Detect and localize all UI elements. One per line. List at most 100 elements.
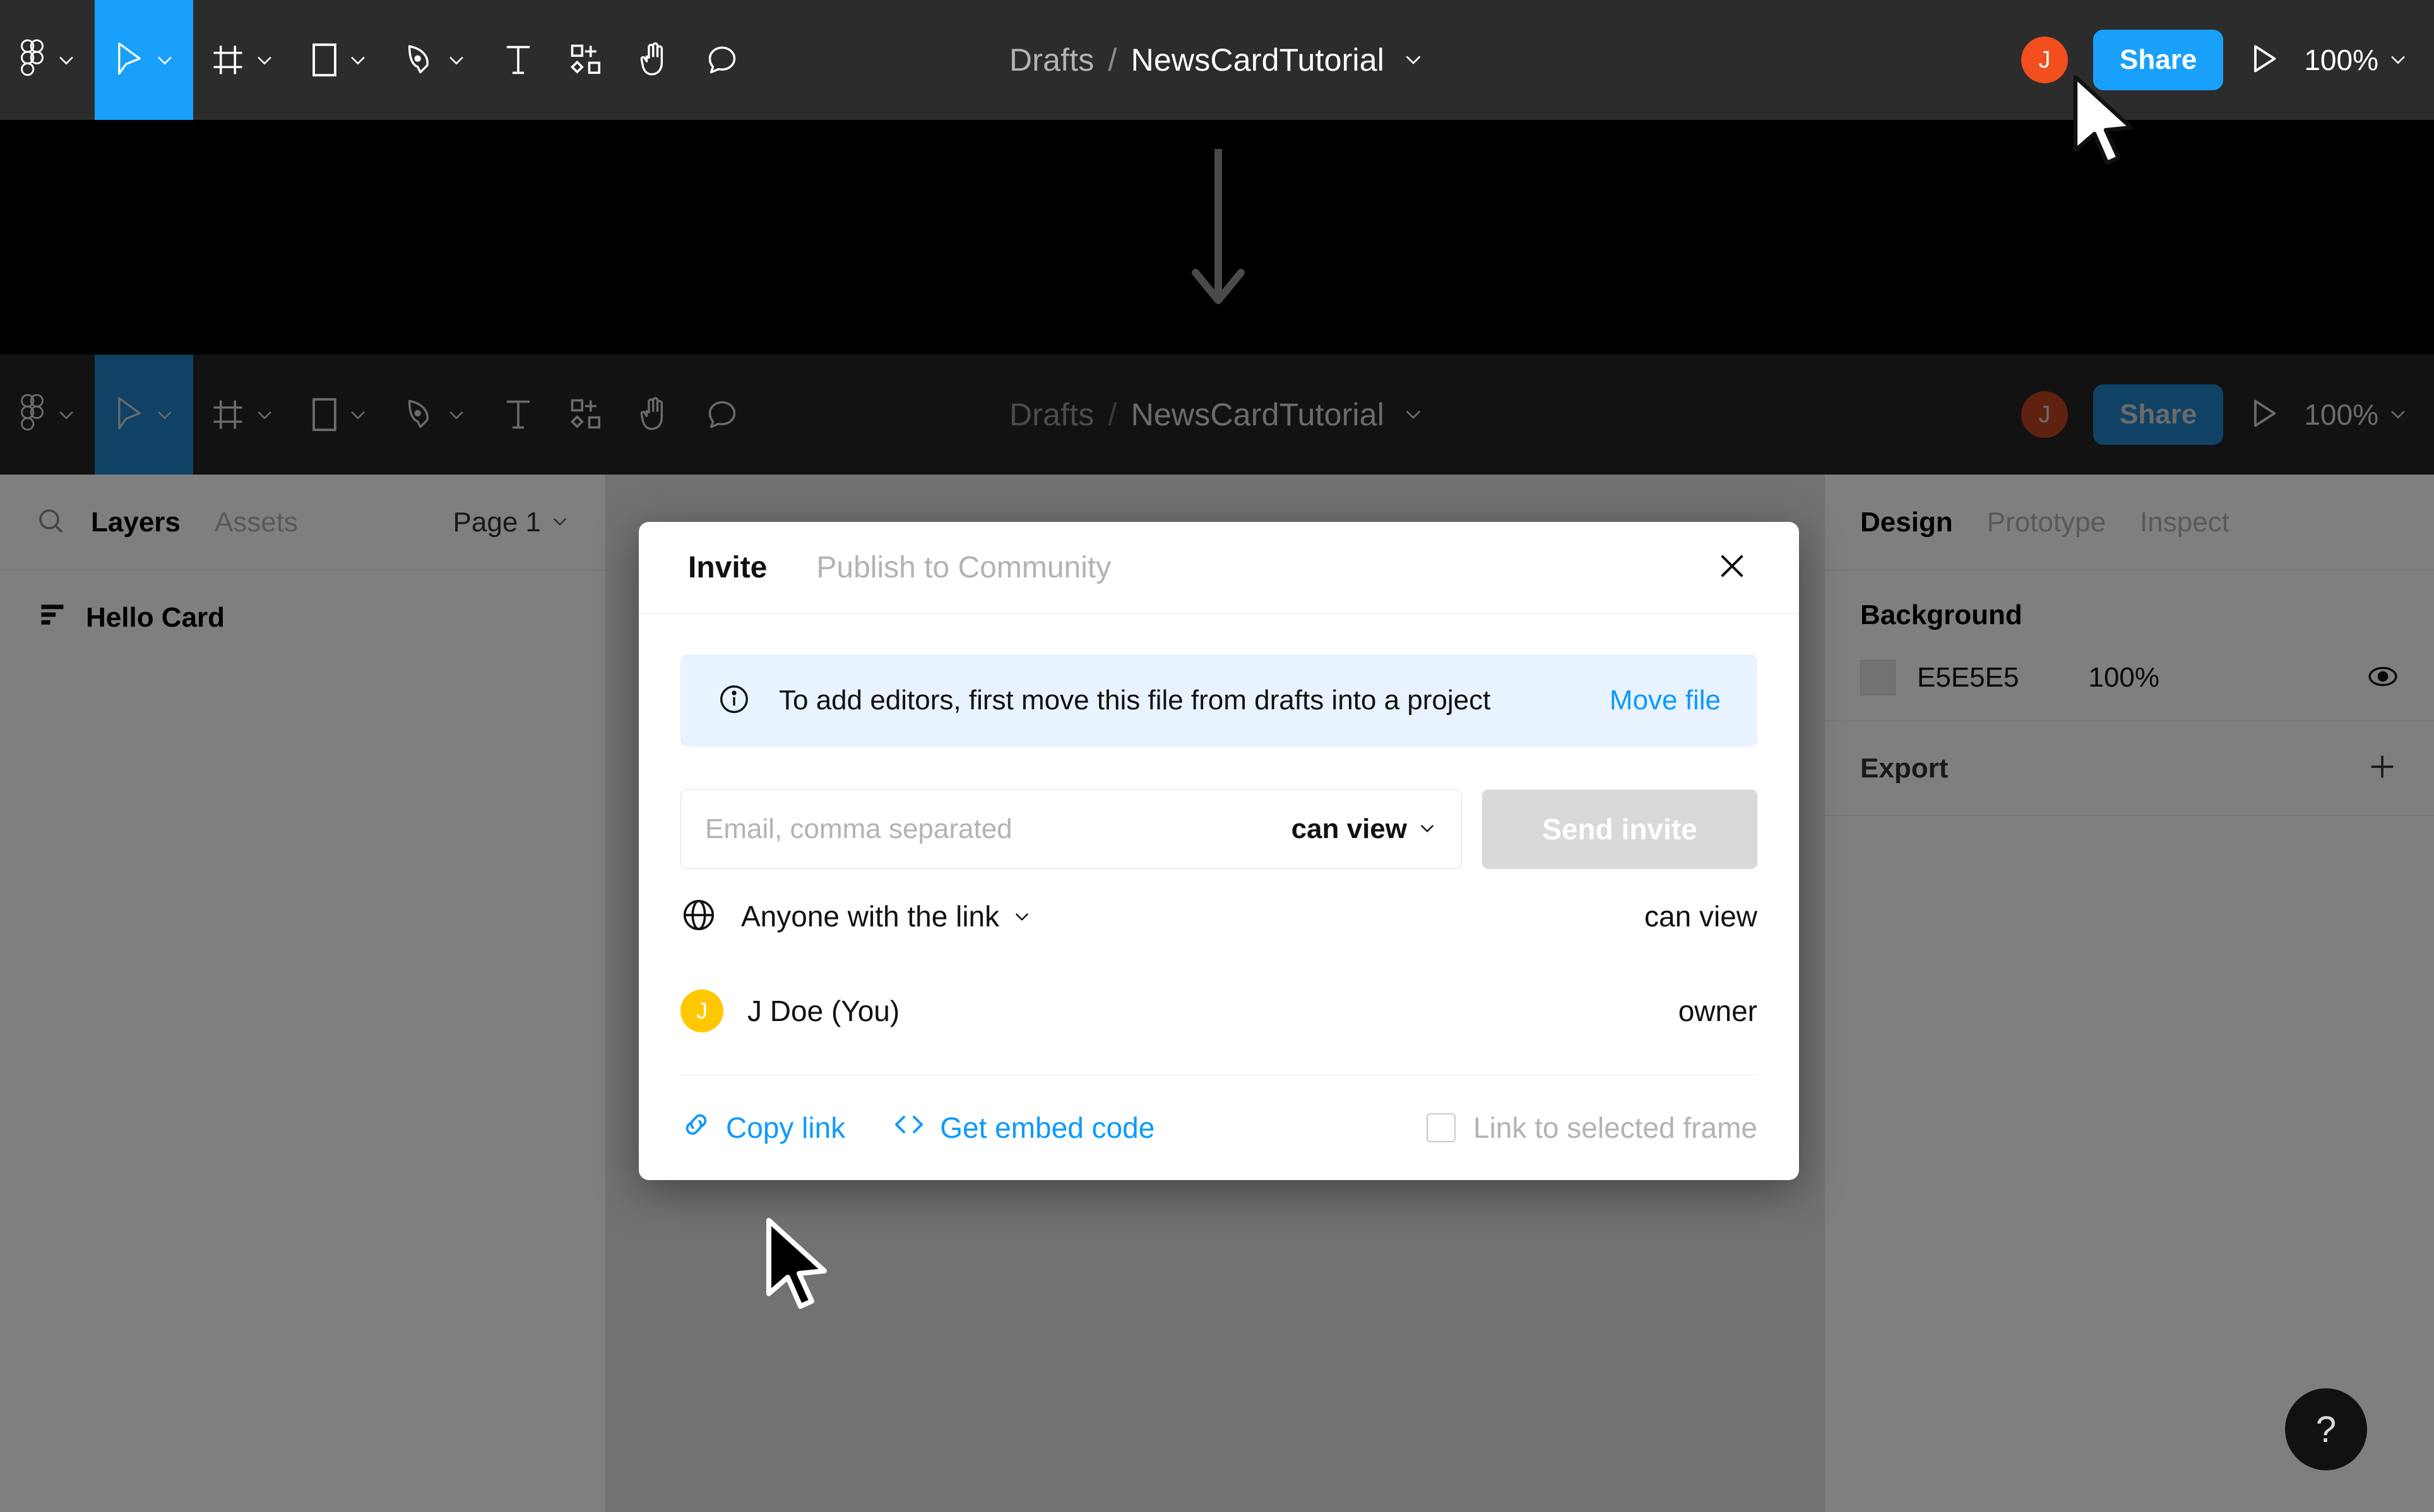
figma-logo-icon [18,394,47,435]
email-input-wrapper[interactable]: Email, comma separated can view [680,789,1462,869]
text-tool-icon [502,42,534,78]
chevron-down-icon [2387,398,2409,432]
help-button[interactable]: ? [2285,1388,2367,1470]
info-icon [717,682,751,719]
link-to-selected-frame-label: Link to selected frame [1473,1111,1757,1144]
hand-tool-button[interactable] [621,355,688,475]
avatar[interactable]: J [2021,391,2069,438]
toolbar-right-group: J Share 100% [2021,384,2409,445]
chevron-down-icon [254,49,275,71]
move-tool-icon [112,395,145,434]
zoom-control[interactable]: 100% [2304,398,2409,432]
chevron-down-icon [56,404,77,425]
checkbox[interactable] [1426,1113,1456,1142]
link-to-selected-frame-checkbox[interactable]: Link to selected frame [1426,1111,1757,1145]
breadcrumb-file[interactable]: NewsCardTutorial [1131,42,1384,78]
chevron-down-icon[interactable] [1402,396,1425,433]
figma-logo-button[interactable] [0,0,95,120]
zoom-control[interactable]: 100% [2304,43,2409,77]
figma-logo-icon [18,39,47,81]
chevron-down-icon [446,404,467,425]
copy-link-label: Copy link [726,1111,846,1144]
pen-tool-icon [404,41,437,79]
rectangle-tool-icon [311,42,338,78]
breadcrumb-separator: / [1108,397,1117,432]
tool-group [0,355,756,475]
breadcrumb-project[interactable]: Drafts [1009,42,1095,78]
shape-tool-button[interactable] [293,355,386,475]
share-dialog-body: To add editors, first move this file fro… [639,614,1799,1075]
tab-invite[interactable]: Invite [688,550,767,585]
move-tool-button[interactable] [95,0,193,120]
close-icon[interactable] [1714,548,1750,587]
toolbar-right-group: J Share 100% [2021,30,2409,90]
text-tool-icon [502,396,534,433]
breadcrumb: Drafts / NewsCardTutorial [1009,42,1425,78]
present-play-icon[interactable] [2248,397,2279,433]
resources-tool-icon [569,398,603,432]
code-brackets-icon [892,1109,926,1147]
rectangle-tool-icon [311,396,338,433]
access-row-owner: J J Doe (You) owner [680,964,1757,1058]
move-file-link[interactable]: Move file [1610,685,1721,716]
comment-tool-icon [706,398,739,432]
get-embed-code-button[interactable]: Get embed code [892,1109,1155,1147]
resources-tool-icon [569,43,603,77]
share-dialog: Invite Publish to Community To add edito… [639,522,1799,1180]
chevron-down-icon [347,49,369,71]
toolbar: Drafts / NewsCardTutorial J Share 100% [0,0,2434,120]
tab-publish-to-community[interactable]: Publish to Community [816,550,1111,585]
comment-tool-button[interactable] [688,0,756,120]
resources-tool-button[interactable] [552,0,621,120]
access-link-label: Anyone with the link [741,900,1000,933]
share-dialog-footer: Copy link Get embed code Link to selecte… [639,1075,1799,1180]
chevron-down-icon [446,49,467,71]
access-link-permission: can view [1644,900,1757,933]
invite-row: Email, comma separated can view Send inv… [680,789,1757,869]
shape-tool-button[interactable] [293,0,386,120]
present-play-icon[interactable] [2248,42,2279,78]
access-row-link[interactable]: Anyone with the link can view [680,869,1757,964]
breadcrumb-separator: / [1108,42,1117,78]
breadcrumb: Drafts / NewsCardTutorial [1009,396,1425,433]
send-invite-button[interactable]: Send invite [1482,789,1757,869]
comment-tool-button[interactable] [688,355,756,475]
frame-tool-button[interactable] [193,355,293,475]
permission-select[interactable]: can view [1291,813,1437,845]
comment-tool-icon [706,43,739,77]
chevron-down-icon[interactable] [1012,899,1032,933]
move-tool-button[interactable] [95,355,193,475]
breadcrumb-project[interactable]: Drafts [1009,396,1095,433]
chevron-down-icon [154,49,175,71]
figma-logo-button[interactable] [0,355,95,475]
copy-link-button[interactable]: Copy link [680,1109,845,1147]
share-button[interactable]: Share [2093,30,2224,90]
breadcrumb-file[interactable]: NewsCardTutorial [1131,396,1384,433]
share-button[interactable]: Share [2093,384,2224,445]
text-tool-button[interactable] [485,355,552,475]
tool-group [0,0,756,120]
zoom-level: 100% [2304,398,2378,431]
down-arrow-annotation [1187,149,1250,322]
avatar[interactable]: J [2021,37,2069,83]
pen-tool-button[interactable] [386,355,485,475]
share-dialog-header: Invite Publish to Community [639,522,1799,614]
email-input[interactable]: Email, comma separated [705,813,1291,845]
owner-name: J Doe (You) [747,995,900,1027]
pen-tool-button[interactable] [386,0,485,120]
hand-tool-button[interactable] [621,0,688,120]
chevron-down-icon [56,49,77,71]
access-link-label-group: Anyone with the link [741,899,1032,933]
frame-tool-icon [211,398,245,432]
frame-tool-button[interactable] [193,0,293,120]
globe-icon [680,897,717,936]
notice-text: To add editors, first move this file fro… [779,685,1491,716]
text-tool-button[interactable] [485,0,552,120]
hand-tool-icon [639,396,670,434]
permission-value: can view [1291,813,1407,844]
frame-tool-icon [211,43,245,77]
resources-tool-button[interactable] [552,355,621,475]
chevron-down-icon [2387,43,2409,77]
chevron-down-icon[interactable] [1402,42,1425,78]
avatar: J [680,989,723,1032]
